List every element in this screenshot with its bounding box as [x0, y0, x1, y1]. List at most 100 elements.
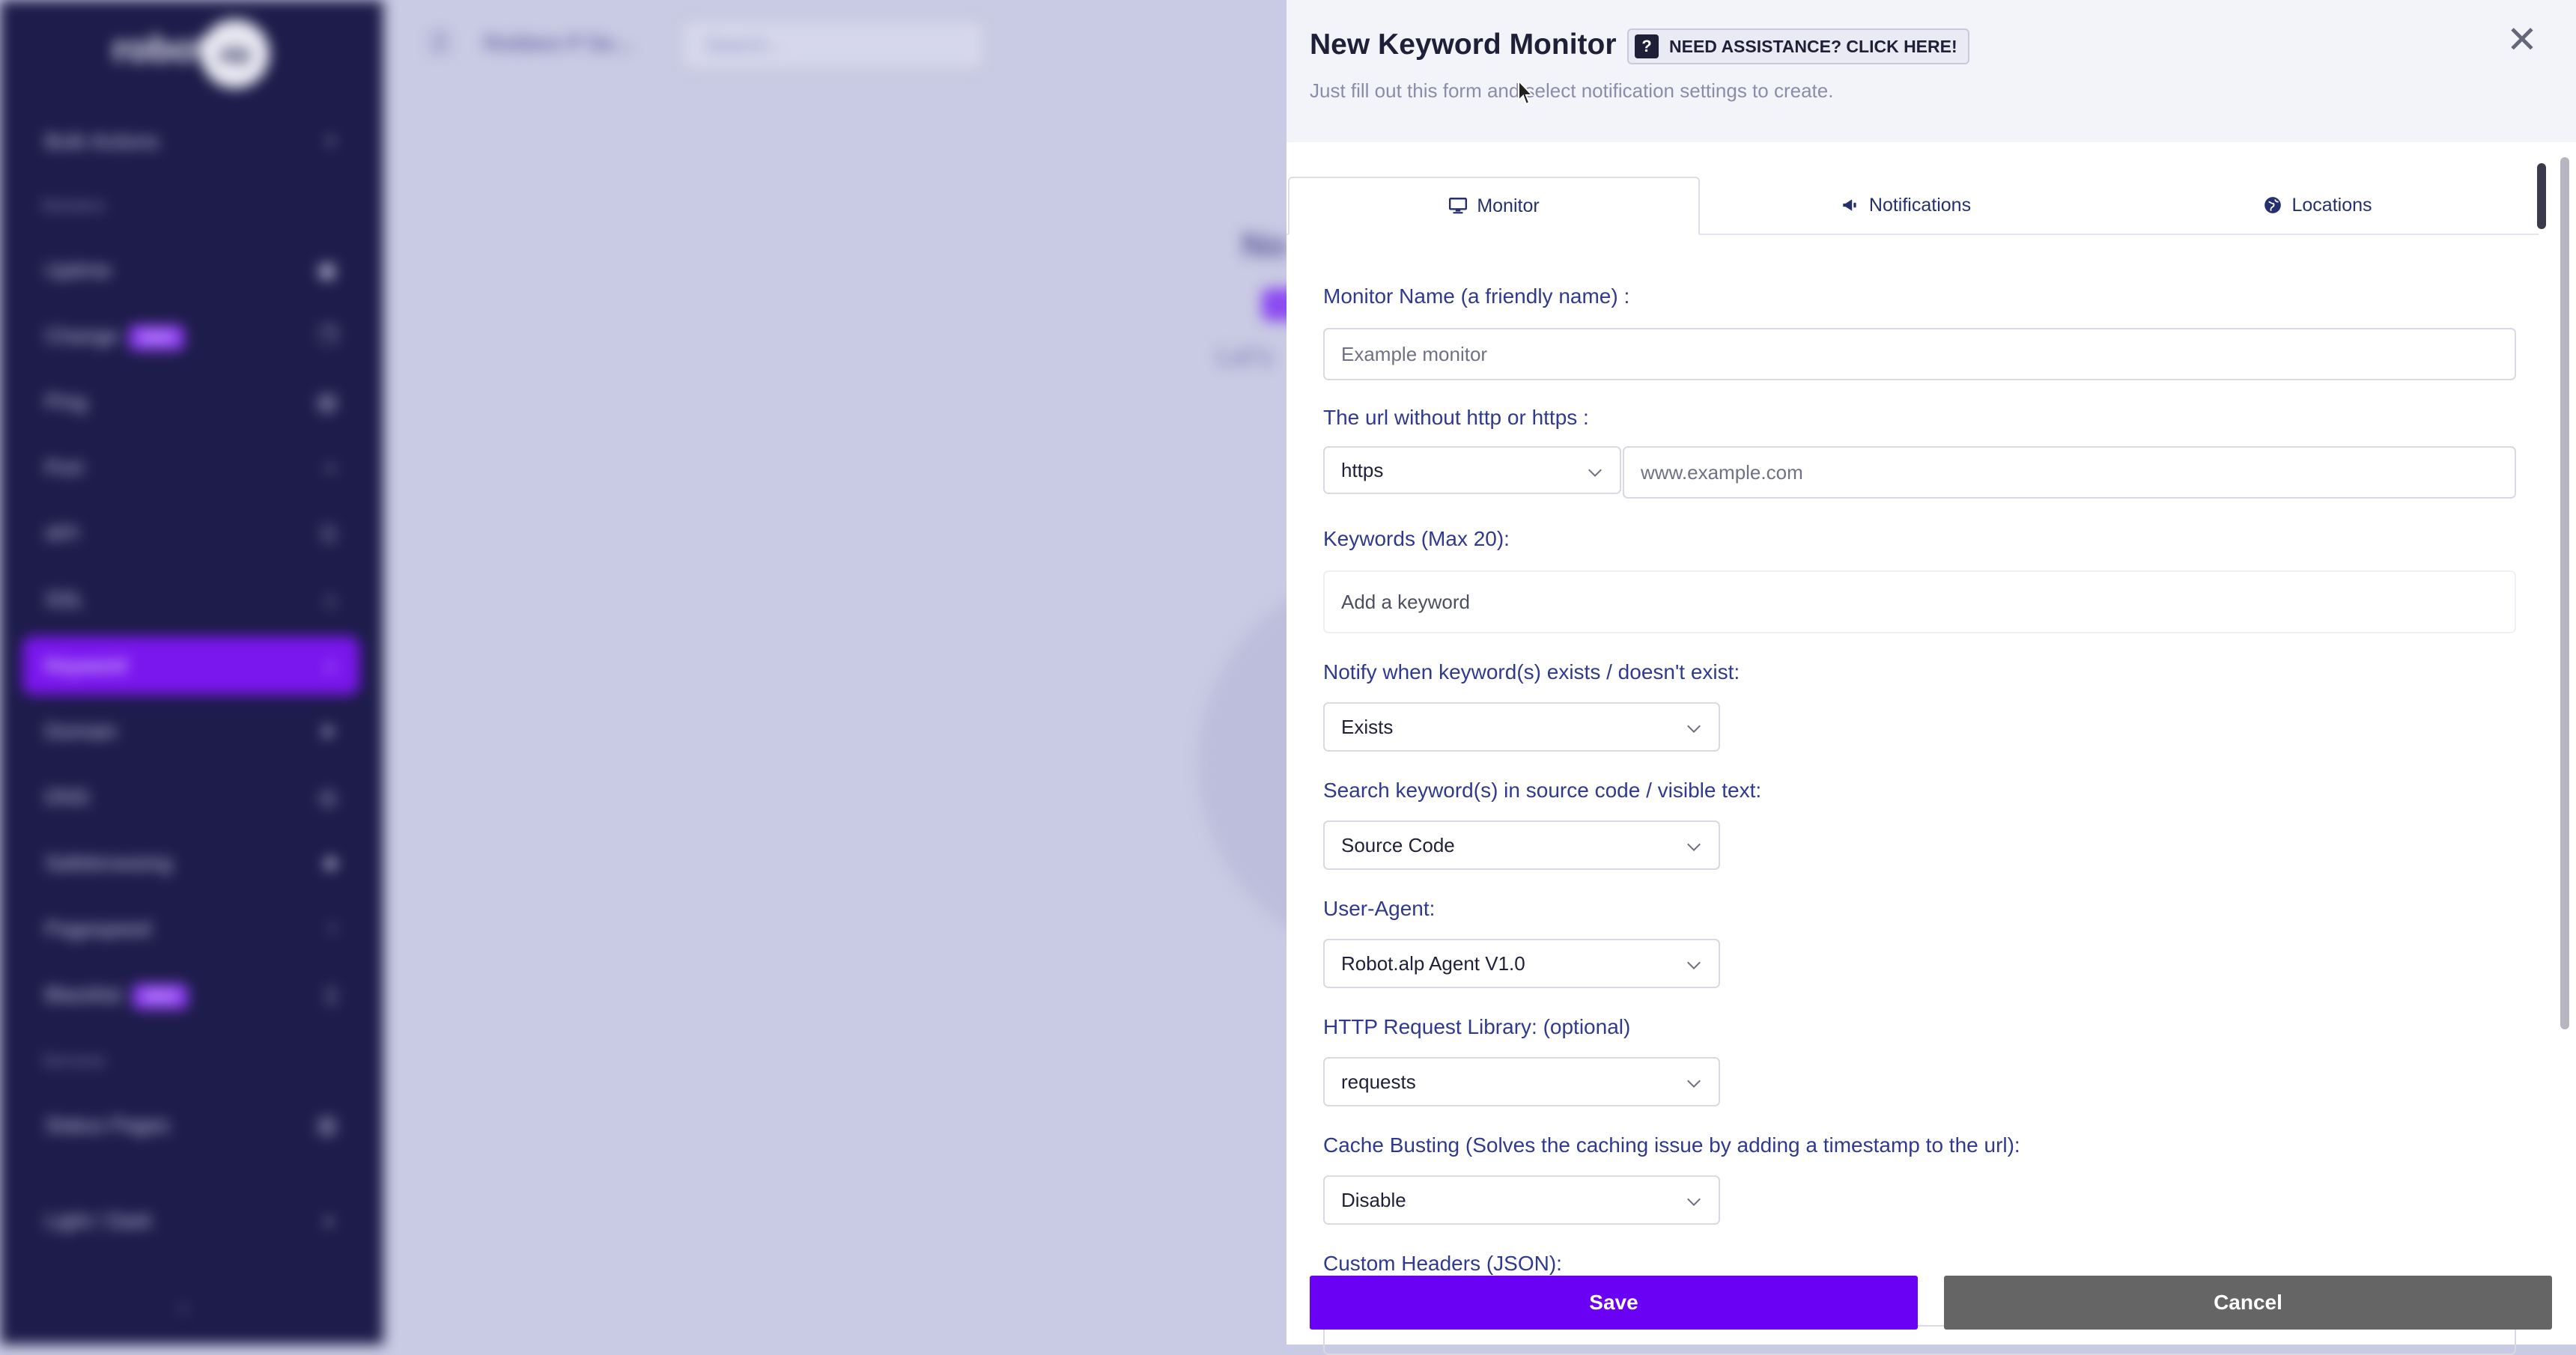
sidebar-item-ssl[interactable]: SSL ⌂ [22, 570, 359, 629]
cache-busting-select[interactable]: Disable [1323, 1175, 1720, 1225]
sidebar-item-label: Pagespeed [45, 917, 151, 940]
protocol-value: https [1341, 458, 1384, 481]
chevron-down-icon [1588, 469, 1602, 478]
globe-icon [2264, 197, 2282, 213]
url-input[interactable]: www.example.com [1623, 446, 2516, 499]
sidebar-item-label: Safebrowsing [45, 851, 172, 874]
user-agent-value: Robot.alp Agent V1.0 [1341, 951, 1525, 975]
new-badge: NEW [129, 324, 185, 350]
custom-headers-label: Custom Headers (JSON): [1323, 1252, 1562, 1275]
sidebar-item-change[interactable]: Change NEW ❐ [22, 307, 359, 365]
chevron-down-icon [1687, 1080, 1701, 1088]
panel-header: New Keyword Monitor ? NEED ASSISTANCE? C… [1287, 0, 2576, 142]
sidebar-item-label: Bulk Actions [45, 130, 160, 153]
keywords-label: Keywords (Max 20): [1323, 527, 1510, 550]
tab-label: Notifications [1868, 194, 1972, 216]
new-badge: NEW [132, 983, 188, 1009]
user-agent-label: User-Agent: [1323, 897, 1436, 920]
search-in-select[interactable]: Source Code [1323, 820, 1720, 870]
shield-icon: ■ [324, 851, 337, 874]
sidebar-item-label: Keyword [45, 654, 127, 677]
logo-badge: alp [201, 19, 270, 88]
megaphone-icon [1843, 199, 1856, 211]
workspace-selector[interactable]: Robben P Se... [484, 31, 631, 55]
server-icon: ▤ [317, 390, 337, 413]
mouse-cursor-icon [1518, 79, 1534, 106]
library-value: requests [1341, 1070, 1416, 1093]
question-icon: ? [1635, 34, 1659, 58]
code-icon: ⟨⟩ [321, 522, 337, 545]
sidebar-item-domain[interactable]: Domain ➤ [22, 702, 359, 761]
tab-label: Locations [2291, 194, 2372, 216]
save-button[interactable]: Save [1310, 1276, 1918, 1330]
sidebar-item-label: Uptime [45, 258, 112, 281]
url-label: The url without http or https : [1323, 406, 1589, 429]
sidebar-collapse-icon[interactable]: ‹ [180, 1295, 187, 1321]
sidebar-item-label: Change [45, 324, 119, 347]
theme-icon: ◐ [324, 1209, 337, 1232]
monitor-name-label: Monitor Name (a friendly name) : [1323, 284, 1630, 308]
sidebar-item-label: API [45, 522, 79, 545]
sidebar-item-keyword[interactable]: Keyword ⌕ [22, 636, 359, 695]
sidebar-item-label: Domain [45, 719, 118, 743]
user-agent-select[interactable]: Robot.alp Agent V1.0 [1323, 939, 1720, 988]
notify-label: Notify when keyword(s) exists / doesn't … [1323, 660, 1740, 683]
cancel-button[interactable]: Cancel [1944, 1276, 2552, 1330]
plus-icon: + [324, 130, 337, 153]
monitor-name-input[interactable]: Example monitor [1323, 328, 2516, 380]
panel-subtitle: Just fill out this form and select notif… [1310, 79, 1834, 102]
notify-select[interactable]: Exists [1323, 702, 1720, 752]
keywords-input[interactable]: Add a keyword [1323, 570, 2516, 633]
sidebar-item-ping[interactable]: Ping ▤ [22, 373, 359, 431]
tab-label: Monitor [1477, 195, 1540, 216]
sidebar-item-label: Light / Dark [45, 1209, 153, 1232]
sidebar-item-label: SSL [45, 588, 85, 611]
sidebar-item-label: Port [45, 456, 84, 479]
monitor-icon: ▣ [317, 258, 337, 281]
tab-notifications[interactable]: Notifications [1700, 177, 2112, 234]
form-scrollbar-thumb[interactable] [2537, 163, 2546, 229]
empty-state-title: No [1242, 225, 1288, 264]
search-in-label: Search keyword(s) in source code / visib… [1323, 779, 1762, 802]
custom-headers-input[interactable] [1323, 1325, 2516, 1355]
copy-icon: ❐ [318, 324, 337, 347]
sidebar-item-label: DNS [45, 785, 90, 809]
sidebar-item-bulk-actions[interactable]: Bulk Actions + [22, 112, 359, 171]
close-icon[interactable]: ✕ [2506, 21, 2538, 58]
sidebar-item-blacklist[interactable]: Blacklist NEW ▯ [22, 966, 359, 1024]
tab-monitor[interactable]: Monitor [1288, 177, 1700, 235]
empty-state-subtitle: Let's [1217, 341, 1273, 371]
tab-locations[interactable]: Locations [2112, 177, 2524, 234]
sidebar-item-label: Ping [45, 390, 88, 413]
cache-busting-value: Disable [1341, 1188, 1406, 1211]
library-select[interactable]: requests [1323, 1057, 1720, 1106]
sidebar-item-port[interactable]: Port ⌁ [22, 439, 359, 497]
logo: robot [112, 28, 208, 70]
cache-busting-label: Cache Busting (Solves the caching issue … [1323, 1133, 2020, 1157]
library-label: HTTP Request Library: (optional) [1323, 1015, 1631, 1038]
menu-icon[interactable]: ☰ [428, 28, 451, 58]
sidebar-item-uptime[interactable]: Uptime ▣ [22, 241, 359, 299]
sidebar-item-api[interactable]: API ⟨⟩ [22, 505, 359, 563]
assistance-button[interactable]: ? NEED ASSISTANCE? CLICK HERE! [1627, 28, 1969, 64]
sidebar-item-light-dark[interactable]: Light / Dark ◐ [22, 1192, 359, 1250]
search-input[interactable]: Search... [683, 22, 982, 67]
page-scrollbar[interactable] [2560, 157, 2569, 1029]
sidebar-item-label: Blacklist [45, 983, 122, 1006]
search-icon: ⌕ [325, 654, 337, 677]
assistance-label: NEED ASSISTANCE? CLICK HERE! [1669, 36, 1957, 56]
chevron-down-icon [1687, 1198, 1701, 1207]
chevron-down-icon [1687, 961, 1701, 970]
panel-title: New Keyword Monitor [1310, 28, 1617, 61]
sidebar-item-safebrowsing[interactable]: Safebrowsing ■ [22, 834, 359, 892]
globe-icon: ◎ [318, 785, 337, 809]
sidebar: robot alp Bulk Actions + Monitors Uptime… [0, 0, 383, 1345]
sidebar-item-label: Status Pages [45, 1113, 170, 1136]
sidebar-item-pagespeed[interactable]: Pagespeed ◔ [22, 900, 359, 958]
desktop-icon [1449, 198, 1468, 214]
gauge-icon: ◔ [324, 917, 337, 940]
sidebar-item-status-pages[interactable]: Status Pages ▥ [22, 1096, 359, 1154]
protocol-select[interactable]: https [1323, 446, 1621, 494]
send-icon: ➤ [319, 719, 337, 743]
sidebar-item-dns[interactable]: DNS ◎ [22, 768, 359, 826]
